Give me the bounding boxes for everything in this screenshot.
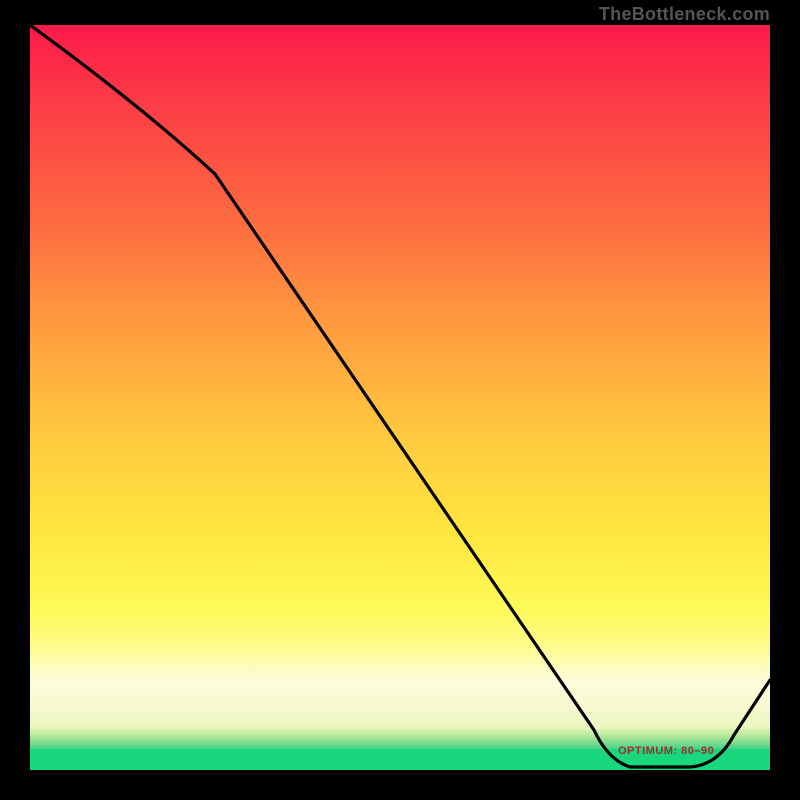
curve-layer <box>30 25 770 770</box>
attribution-text: TheBottleneck.com <box>599 4 770 25</box>
chart-frame: TheBottleneck.com OPTIMUM: 80–90 <box>0 0 800 800</box>
plot-area: OPTIMUM: 80–90 <box>30 25 770 770</box>
optimal-range-label: OPTIMUM: 80–90 <box>618 745 714 757</box>
bottleneck-curve <box>30 25 770 767</box>
